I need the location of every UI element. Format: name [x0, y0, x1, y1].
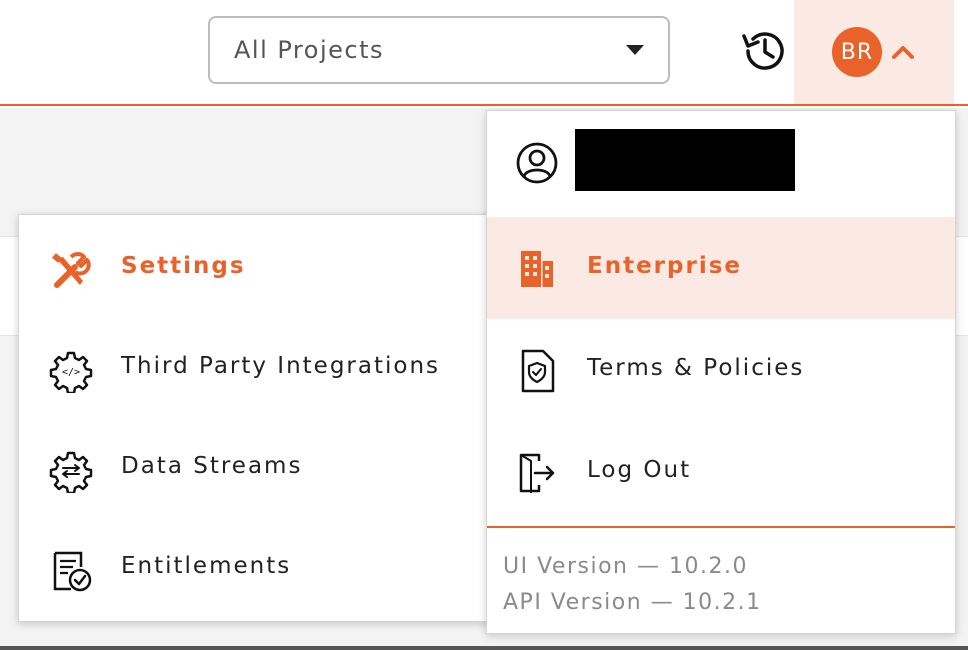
project-selector-value: All Projects [234, 36, 384, 64]
submenu-item-third-party-integrations[interactable]: </> Third Party Integrations [19, 319, 495, 419]
top-bar: All Projects BR [0, 0, 968, 106]
settings-submenu: Settings </> Third Party Integrations Da… [18, 214, 494, 622]
ui-version: UI Version — 10.2.0 [503, 554, 748, 579]
chevron-up-icon [892, 46, 914, 59]
submenu-item-label: Data Streams [121, 453, 303, 479]
submenu-item-label: Third Party Integrations [121, 353, 441, 379]
certificate-icon [49, 551, 93, 592]
user-menu-item-enterprise[interactable]: Enterprise [487, 217, 955, 319]
avatar: BR [832, 27, 882, 77]
user-menu-item-label: Log Out [587, 457, 692, 483]
user-menu-item-terms-policies[interactable]: Terms & Policies [487, 319, 955, 421]
project-selector[interactable]: All Projects [208, 16, 670, 84]
submenu-item-entitlements[interactable]: Entitlements [19, 519, 495, 619]
user-menu-item-label: Terms & Policies [587, 355, 805, 381]
code-gear-icon: </> [49, 351, 93, 393]
version-info: UI Version — 10.2.0 API Version — 10.2.1 [503, 549, 762, 621]
caret-down-icon [626, 45, 644, 55]
user-circle-icon [515, 141, 559, 185]
user-profile-row[interactable] [487, 111, 955, 217]
redacted-username [575, 129, 795, 191]
logout-icon [517, 451, 557, 495]
history-button[interactable] [738, 24, 792, 78]
user-menu-item-label: Enterprise [587, 253, 743, 279]
bottom-border [0, 646, 968, 650]
submenu-item-data-streams[interactable]: Data Streams [19, 419, 495, 519]
submenu-item-label: Settings [121, 253, 246, 279]
submenu-item-label: Entitlements [121, 553, 292, 579]
tools-icon [49, 251, 93, 291]
submenu-item-settings[interactable]: Settings [19, 219, 495, 319]
svg-text:</>: </> [62, 367, 80, 378]
divider [487, 526, 955, 528]
user-menu-item-log-out[interactable]: Log Out [487, 421, 955, 523]
stream-gear-icon [49, 451, 93, 493]
user-dropdown: Enterprise Terms & Policies Log Out UI V… [486, 110, 956, 634]
building-icon [517, 247, 557, 291]
user-menu-button[interactable]: BR [794, 0, 954, 104]
shield-document-icon [517, 349, 557, 393]
history-icon [742, 32, 784, 70]
api-version: API Version — 10.2.1 [503, 590, 762, 615]
